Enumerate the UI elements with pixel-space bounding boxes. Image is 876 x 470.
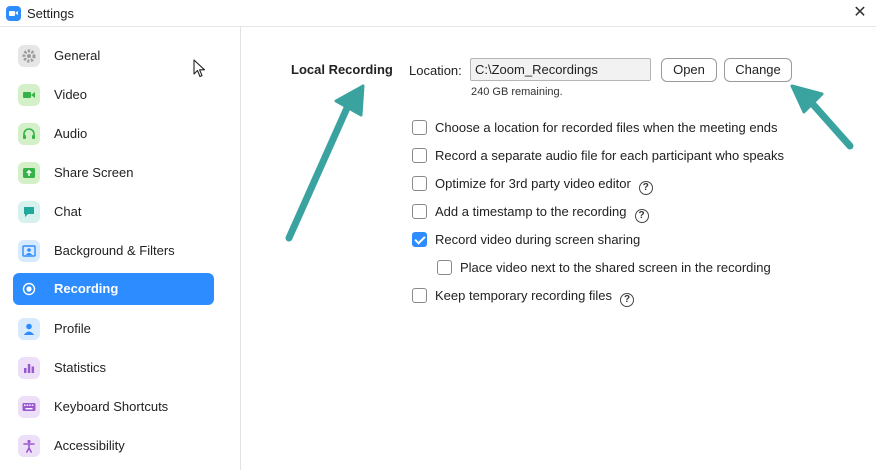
arrow-to-change-button xyxy=(790,84,854,150)
annotation-arrows xyxy=(285,84,854,242)
arrow-to-local-recording xyxy=(285,84,365,242)
